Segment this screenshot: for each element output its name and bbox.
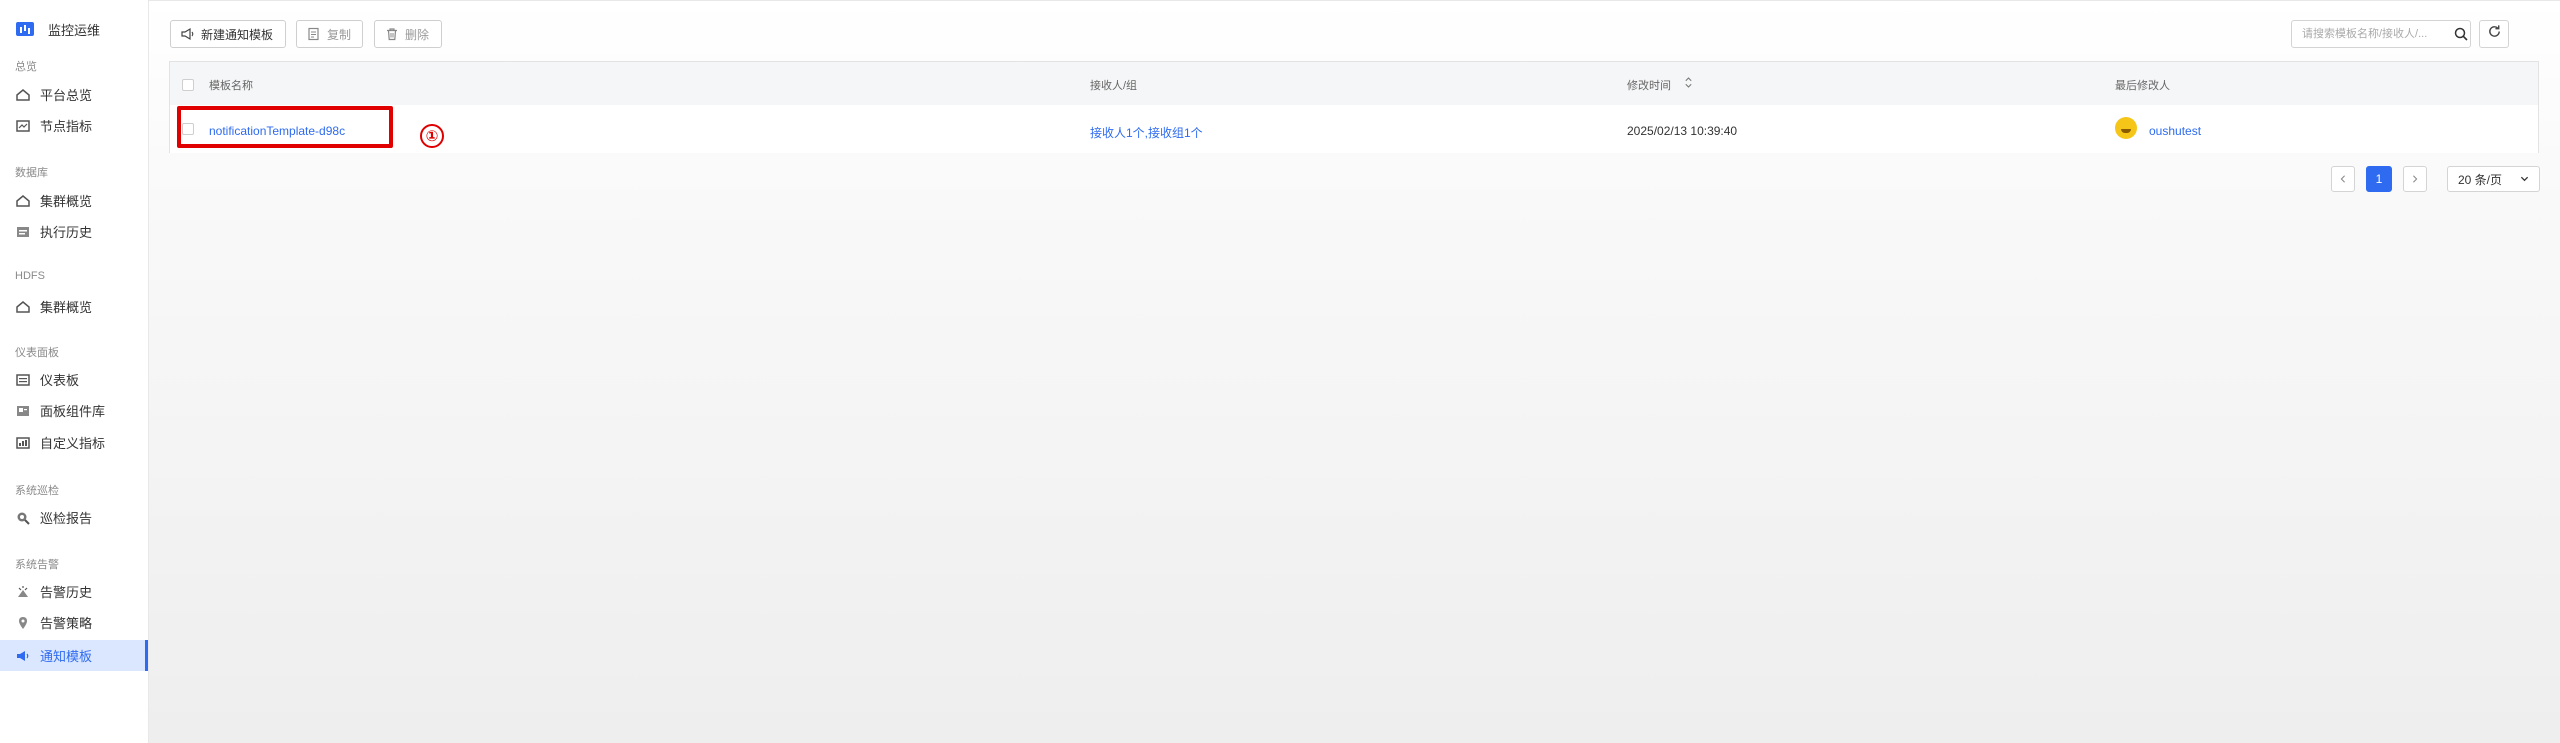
top-divider xyxy=(149,0,2560,1)
sidebar-item-label: 通知模板 xyxy=(40,649,93,664)
sidebar-item-label: 仪表板 xyxy=(40,373,80,388)
metrics-icon xyxy=(16,119,30,133)
modifier-link[interactable]: oushutest xyxy=(2149,124,2201,138)
sidebar: 监控运维 总览 平台总览 节点指标 数据库 集群概览 执行历史 HDFS 集群概… xyxy=(0,0,149,743)
sidebar-item-inspection-report[interactable]: 巡检报告 xyxy=(0,502,148,533)
page-button[interactable]: 1 xyxy=(2366,166,2392,192)
megaphone-icon xyxy=(16,649,30,663)
sidebar-item-label: 巡检报告 xyxy=(40,511,93,526)
home-icon xyxy=(16,88,30,102)
page-size-select[interactable]: 20 条/页 xyxy=(2447,166,2540,192)
group-title-database: 数据库 xyxy=(15,167,48,179)
copy-icon xyxy=(307,27,321,41)
step-marker: ① xyxy=(420,124,444,148)
magnifier-report-icon xyxy=(16,511,30,525)
sidebar-item-alert-policy[interactable]: 告警策略 xyxy=(0,607,148,638)
delete-button[interactable]: 删除 xyxy=(374,20,442,48)
refresh-icon xyxy=(2487,24,2502,44)
sidebar-item-label: 节点指标 xyxy=(40,119,93,134)
brand[interactable]: 监控运维 xyxy=(16,19,100,39)
group-title-overview: 总览 xyxy=(15,61,37,73)
sidebar-item-label: 告警历史 xyxy=(40,585,93,600)
sidebar-item-label: 集群概览 xyxy=(40,194,93,209)
sidebar-item-label: 自定义指标 xyxy=(40,436,106,451)
sidebar-item-label: 面板组件库 xyxy=(40,404,106,419)
home-icon xyxy=(16,194,30,208)
column-header-name: 模板名称 xyxy=(209,80,253,92)
table-header: 模板名称 接收人/组 修改时间 最后修改人 xyxy=(170,62,2538,105)
table-row: notificationTemplate-d98c 接收人1个,接收组1个 20… xyxy=(170,105,2538,153)
next-page-button[interactable] xyxy=(2403,166,2427,192)
copy-button[interactable]: 复制 xyxy=(296,20,363,48)
column-header-receivers: 接收人/组 xyxy=(1090,80,1138,92)
history-icon xyxy=(16,225,30,239)
sidebar-item-node-metrics[interactable]: 节点指标 xyxy=(0,110,148,141)
location-pin-icon xyxy=(16,616,30,630)
trash-icon xyxy=(385,27,399,41)
column-header-last-modifier: 最后修改人 xyxy=(2115,80,2170,92)
copy-label: 复制 xyxy=(327,27,352,42)
sidebar-item-dashboard[interactable]: 仪表板 xyxy=(0,364,148,395)
main-content: 新建通知模板 复制 删除 模板名称 接收人/组 修改时间 最后修改人 notif… xyxy=(149,0,2560,743)
megaphone-icon xyxy=(181,27,195,41)
group-title-hdfs: HDFS xyxy=(15,270,45,282)
column-header-modified-time[interactable]: 修改时间 xyxy=(1627,77,1671,93)
group-title-dashboards: 仪表面板 xyxy=(15,347,59,359)
sidebar-item-alert-history[interactable]: 告警历史 xyxy=(0,576,148,607)
search-input[interactable] xyxy=(2300,27,2449,41)
highlight-box xyxy=(177,106,393,148)
sort-icon[interactable] xyxy=(1684,76,1693,94)
search-box xyxy=(2291,20,2471,48)
brand-title: 监控运维 xyxy=(48,22,101,38)
new-template-label: 新建通知模板 xyxy=(201,27,274,42)
chevron-down-icon xyxy=(2520,172,2529,186)
group-title-inspection: 系统巡检 xyxy=(15,485,59,497)
chevron-left-icon xyxy=(2339,172,2347,186)
template-table: 模板名称 接收人/组 修改时间 最后修改人 notificationTempla… xyxy=(169,61,2539,153)
sidebar-item-label: 告警策略 xyxy=(40,616,93,631)
panel-library-icon xyxy=(16,404,30,418)
page-size-label: 20 条/页 xyxy=(2458,172,2503,187)
sidebar-item-custom-metrics[interactable]: 自定义指标 xyxy=(0,427,148,458)
select-all-checkbox[interactable] xyxy=(182,79,194,91)
sidebar-item-hdfs-cluster-overview[interactable]: 集群概览 xyxy=(0,291,148,322)
avatar xyxy=(2115,117,2137,139)
delete-label: 删除 xyxy=(405,27,430,42)
dashboard-icon xyxy=(16,373,30,387)
sidebar-item-label: 执行历史 xyxy=(40,225,93,240)
group-title-alerts: 系统告警 xyxy=(15,559,59,571)
alert-history-icon xyxy=(16,585,30,599)
sidebar-item-label: 平台总览 xyxy=(40,88,93,103)
sidebar-item-platform-overview[interactable]: 平台总览 xyxy=(0,79,148,110)
new-template-button[interactable]: 新建通知模板 xyxy=(170,20,286,48)
sidebar-item-execution-history[interactable]: 执行历史 xyxy=(0,216,148,247)
refresh-button[interactable] xyxy=(2479,20,2509,48)
home-icon xyxy=(16,300,30,314)
receivers-link[interactable]: 接收人1个,接收组1个 xyxy=(1090,124,1203,141)
prev-page-button[interactable] xyxy=(2331,166,2355,192)
monitor-logo-icon xyxy=(16,22,34,36)
sidebar-item-notification-template[interactable]: 通知模板 xyxy=(0,640,148,671)
sidebar-item-db-cluster-overview[interactable]: 集群概览 xyxy=(0,185,148,216)
sidebar-item-panel-library[interactable]: 面板组件库 xyxy=(0,395,148,426)
sidebar-item-label: 集群概览 xyxy=(40,300,93,315)
chevron-right-icon xyxy=(2411,172,2419,186)
modified-time: 2025/02/13 10:39:40 xyxy=(1627,124,1738,138)
custom-metrics-icon xyxy=(16,436,30,450)
search-icon[interactable] xyxy=(2453,26,2469,42)
